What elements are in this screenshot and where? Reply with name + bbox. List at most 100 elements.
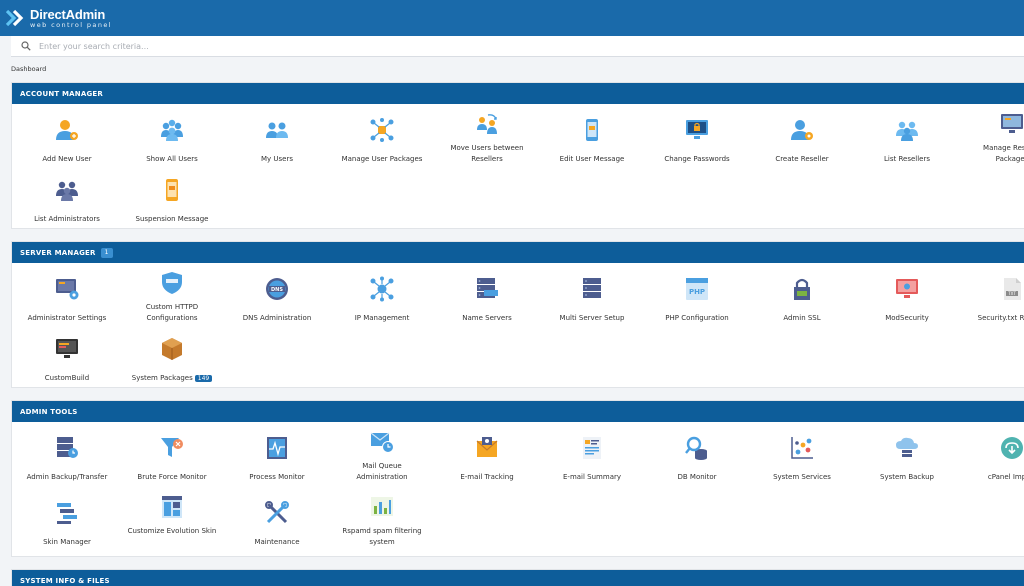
item-label: Custom HTTPD Configurations (145, 303, 199, 322)
process-monitor-icon (267, 437, 287, 459)
manage-reseller-packages-item[interactable]: Manage Reseller Packages (960, 111, 1024, 165)
mail-queue-item[interactable]: Mail Queue Administration (330, 429, 434, 483)
suspension-message-item[interactable]: Suspension Message (120, 177, 224, 225)
security-txt-item[interactable]: TXT Security.txt Reports (960, 276, 1024, 324)
ip-network-icon (370, 276, 394, 302)
section-header[interactable]: ADMIN TOOLS (12, 401, 1024, 422)
item-label: Customize Evolution Skin (127, 527, 217, 535)
php-icon: PHP (686, 278, 708, 300)
maintenance-item[interactable]: Maintenance (225, 500, 329, 548)
maintenance-tools-icon (265, 501, 289, 524)
section-title: ACCOUNT MANAGER (20, 89, 103, 98)
create-reseller-item[interactable]: Create Reseller (750, 117, 854, 165)
admin-ssl-item[interactable]: Admin SSL (750, 276, 854, 324)
list-resellers-item[interactable]: List Resellers (855, 117, 959, 165)
skin-manager-item[interactable]: Skin Manager (15, 500, 119, 548)
email-tracking-icon (476, 437, 498, 457)
list-administrators-item[interactable]: List Administrators (15, 177, 119, 225)
move-users-item[interactable]: Move Users between Resellers (435, 111, 539, 165)
resellers-icon (896, 121, 918, 141)
item-label: List Administrators (34, 215, 100, 223)
section-title: SERVER MANAGER (20, 248, 96, 257)
item-label: ModSecurity (885, 314, 929, 322)
multi-server-icon (583, 278, 601, 298)
search-icon[interactable] (21, 41, 31, 51)
manage-user-packages-item[interactable]: Manage User Packages (330, 117, 434, 165)
modsecurity-item[interactable]: ModSecurity (855, 276, 959, 324)
section-header[interactable]: SERVER MANAGER 1 (12, 242, 1024, 263)
cpanel-import-item[interactable]: cPanel Import (960, 435, 1024, 483)
phone-message-icon (586, 119, 598, 141)
name-servers-icon (477, 278, 498, 298)
system-backup-item[interactable]: System Backup (855, 435, 959, 483)
item-label: Multi Server Setup (559, 314, 625, 322)
item-label: Manage User Packages (341, 155, 423, 163)
custom-httpd-item[interactable]: Custom HTTPD Configurations (120, 270, 224, 324)
logo[interactable]: DirectAdmin web control panel (6, 6, 112, 30)
admin-backup-item[interactable]: Admin Backup/Transfer (15, 435, 119, 483)
item-label: IP Management (354, 314, 410, 322)
item-label: Process Monitor (249, 473, 305, 481)
ssl-lock-icon (794, 278, 810, 300)
item-label: Show All Users (146, 155, 198, 163)
item-label: CustomBuild (44, 374, 90, 382)
item-label: Maintenance (254, 538, 300, 546)
backup-transfer-icon (57, 437, 78, 458)
php-configuration-item[interactable]: PHP PHP Configuration (645, 276, 749, 324)
breadcrumb[interactable]: Dashboard (11, 65, 46, 73)
search-input[interactable] (39, 41, 639, 51)
httpd-shield-icon (162, 272, 182, 294)
move-users-icon (477, 114, 497, 134)
rspamd-item[interactable]: Rspamd spam filtering system (330, 494, 434, 548)
txt-file-icon: TXT (1004, 278, 1021, 300)
add-user-icon (56, 120, 78, 140)
email-tracking-item[interactable]: E-mail Tracking (435, 435, 539, 483)
process-monitor-item[interactable]: Process Monitor (225, 435, 329, 483)
item-label: Change Passwords (664, 155, 730, 163)
custombuild-item[interactable]: CustomBuild (15, 336, 119, 384)
edit-user-message-item[interactable]: Edit User Message (540, 117, 644, 165)
name-servers-item[interactable]: Name Servers (435, 276, 539, 324)
system-info-section: SYSTEM INFO & FILES (11, 569, 1024, 586)
logo-icon (6, 9, 24, 27)
item-label: System Backup (880, 473, 934, 481)
count-badge: 149 (194, 375, 213, 382)
dns-icon: DNS (266, 278, 288, 300)
ip-management-item[interactable]: IP Management (330, 276, 434, 324)
item-label: E-mail Summary (563, 473, 621, 481)
cloud-backup-icon (896, 437, 918, 457)
brute-force-monitor-item[interactable]: Brute Force Monitor (120, 435, 224, 483)
customize-evolution-skin-item[interactable]: Customize Evolution Skin (120, 494, 224, 537)
item-label: cPanel Import (987, 473, 1024, 481)
admin-tools-section: ADMIN TOOLS Admin Backup/Transfer Brute … (11, 400, 1024, 557)
item-label: Admin SSL (783, 314, 821, 322)
packages-network-icon (370, 118, 394, 142)
show-all-users-item[interactable]: Show All Users (120, 117, 224, 165)
email-summary-item[interactable]: E-mail Summary (540, 435, 644, 483)
item-label: Administrator Settings (27, 314, 107, 322)
custombuild-icon (56, 339, 78, 358)
customize-skin-icon (162, 496, 182, 518)
section-header[interactable]: ACCOUNT MANAGER (12, 83, 1024, 104)
account-manager-section: ACCOUNT MANAGER Add New User Show All Us… (11, 82, 1024, 229)
administrator-settings-item[interactable]: Administrator Settings (15, 276, 119, 324)
search-bar (11, 36, 1024, 57)
section-header[interactable]: SYSTEM INFO & FILES (12, 570, 1024, 586)
system-services-item[interactable]: System Services (750, 435, 854, 483)
server-manager-section: SERVER MANAGER 1 Administrator Settings … (11, 241, 1024, 388)
db-monitor-item[interactable]: DB Monitor (645, 435, 749, 483)
add-new-user-item[interactable]: Add New User (15, 117, 119, 165)
my-users-item[interactable]: My Users (225, 117, 329, 165)
item-label: System Packages 149 (120, 373, 224, 384)
funnel-icon (161, 438, 183, 457)
dns-administration-item[interactable]: DNS DNS Administration (225, 276, 329, 324)
box-icon (162, 338, 182, 360)
suspension-message-icon (166, 179, 178, 201)
svg-text:TXT: TXT (1007, 291, 1016, 296)
change-passwords-item[interactable]: Change Passwords (645, 117, 749, 165)
multi-server-setup-item[interactable]: Multi Server Setup (540, 276, 644, 324)
item-label: Brute Force Monitor (137, 473, 207, 481)
item-label: Add New User (42, 155, 92, 163)
item-label: E-mail Tracking (460, 473, 514, 481)
system-packages-item[interactable]: System Packages 149 (120, 336, 224, 384)
